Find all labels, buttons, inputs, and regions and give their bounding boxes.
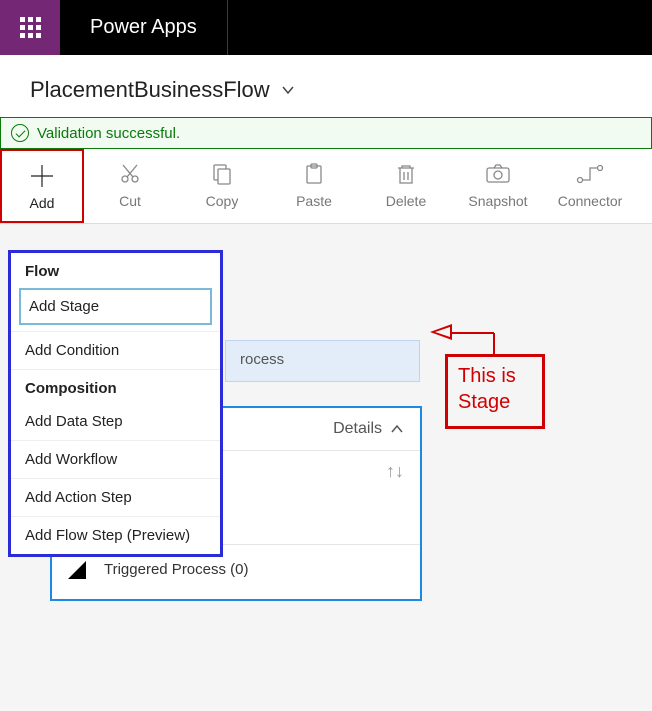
- snapshot-button[interactable]: Snapshot: [452, 149, 544, 223]
- breadcrumb: PlacementBusinessFlow: [0, 55, 652, 117]
- details-label: Details: [333, 420, 382, 438]
- dropdown-section-composition: Composition: [11, 369, 220, 403]
- flow-name: PlacementBusinessFlow: [30, 77, 270, 103]
- triggered-label: Triggered Process (0): [104, 561, 249, 578]
- validation-banner: Validation successful.: [0, 117, 652, 149]
- toolbar: Add Cut Copy Paste Delete Snapshot Con: [0, 149, 652, 224]
- connector-label: Connector: [544, 193, 636, 209]
- add-button[interactable]: Add: [0, 149, 84, 223]
- paste-label: Paste: [268, 193, 360, 209]
- chevron-down-icon[interactable]: [280, 82, 296, 98]
- cut-button[interactable]: Cut: [84, 149, 176, 223]
- triangle-icon: [68, 559, 88, 579]
- app-title: Power Apps: [60, 0, 227, 55]
- top-bar: Power Apps: [0, 0, 652, 55]
- chevron-up-icon: [390, 422, 404, 436]
- menu-add-data-step[interactable]: Add Data Step: [11, 403, 220, 440]
- annotation-arrow-head: [430, 324, 452, 340]
- trash-icon: [360, 161, 452, 187]
- annotation-arrow-hline: [451, 332, 494, 334]
- dropdown-section-flow: Flow: [11, 253, 220, 286]
- scissors-icon: [84, 161, 176, 187]
- waffle-icon: [20, 17, 41, 38]
- snapshot-label: Snapshot: [452, 193, 544, 209]
- copy-label: Copy: [176, 193, 268, 209]
- copy-icon: [176, 161, 268, 187]
- camera-icon: [452, 161, 544, 187]
- delete-label: Delete: [360, 193, 452, 209]
- paste-button[interactable]: Paste: [268, 149, 360, 223]
- checkmark-circle-icon: [11, 124, 29, 142]
- annotation-line2: Stage: [458, 389, 532, 415]
- add-label: Add: [2, 195, 82, 211]
- connector-icon: [544, 161, 636, 187]
- stage-header-text: rocess: [240, 351, 284, 368]
- separator: [227, 0, 228, 55]
- sort-arrows-icon: ↑↓: [386, 461, 404, 482]
- menu-add-stage[interactable]: Add Stage: [19, 288, 212, 325]
- add-menu-dropdown: Flow Add Stage Add Condition Composition…: [8, 250, 223, 557]
- connector-button[interactable]: Connector: [544, 149, 636, 223]
- cut-label: Cut: [84, 193, 176, 209]
- menu-add-condition[interactable]: Add Condition: [11, 331, 220, 369]
- app-launcher-button[interactable]: [0, 0, 60, 55]
- annotation-box: This is Stage: [445, 354, 545, 429]
- delete-button[interactable]: Delete: [360, 149, 452, 223]
- plus-icon: [2, 163, 82, 189]
- annotation-arrow-vline: [493, 333, 495, 356]
- copy-button[interactable]: Copy: [176, 149, 268, 223]
- stage-header[interactable]: rocess: [225, 340, 420, 382]
- validation-message: Validation successful.: [37, 125, 180, 142]
- menu-add-workflow[interactable]: Add Workflow: [11, 440, 220, 478]
- menu-add-action-step[interactable]: Add Action Step: [11, 478, 220, 516]
- clipboard-icon: [268, 161, 360, 187]
- annotation-line1: This is: [458, 363, 532, 389]
- menu-add-flow-step[interactable]: Add Flow Step (Preview): [11, 516, 220, 554]
